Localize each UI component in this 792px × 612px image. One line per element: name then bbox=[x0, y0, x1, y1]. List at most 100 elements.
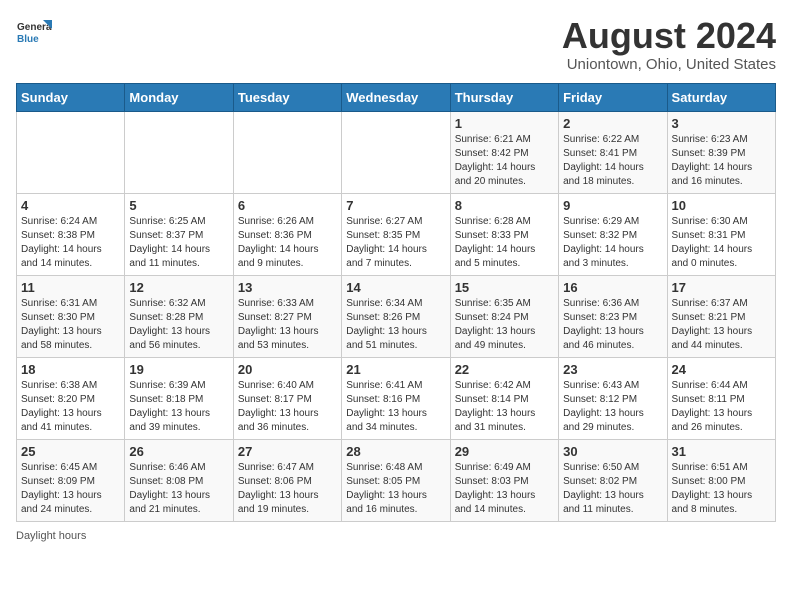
svg-text:Blue: Blue bbox=[17, 34, 39, 45]
calendar-cell: 2Sunrise: 6:22 AMSunset: 8:41 PMDaylight… bbox=[559, 111, 667, 193]
footer: Daylight hours bbox=[16, 530, 776, 542]
calendar-cell: 30 Sunrise: 6:50 AMSunset: 8:02 PMDayligh… bbox=[559, 439, 667, 521]
calendar-cell: 14 Sunrise: 6:34 AMSunset: 8:26 PMDayligh… bbox=[342, 275, 450, 357]
calendar-cell: 18 Sunrise: 6:38 AMSunset: 8:20 PMDayligh… bbox=[17, 357, 125, 439]
day-info: Sunrise: 6:31 AMSunset: 8:30 PMDaylight:… bbox=[21, 297, 120, 353]
calendar-cell: 13Sunrise: 6:33 AMSunset: 8:27 PMDayligh… bbox=[233, 275, 341, 357]
day-info: Sunrise: 6:36 AMSunset: 8:23 PMDaylight:… bbox=[563, 297, 662, 353]
day-number: 9 bbox=[563, 198, 662, 213]
day-info: Sunrise: 6:45 AMSunset: 8:09 PMDaylight:… bbox=[21, 461, 120, 517]
day-number: 15 bbox=[455, 280, 554, 295]
calendar-cell: 24 Sunrise: 6:44 AMSunset: 8:11 PMDayligh… bbox=[667, 357, 775, 439]
calendar-week-5: 25 Sunrise: 6:45 AMSunset: 8:09 PMDayligh… bbox=[17, 439, 776, 521]
day-number: 25 bbox=[21, 444, 120, 459]
page-title: August 2024 bbox=[562, 16, 776, 56]
day-number: 18 bbox=[21, 362, 120, 377]
day-number: 8 bbox=[455, 198, 554, 213]
calendar-cell bbox=[17, 111, 125, 193]
day-number: 29 bbox=[455, 444, 554, 459]
day-number: 12 bbox=[129, 280, 228, 295]
day-info: Sunrise: 6:47 AMSunset: 8:06 PMDaylight:… bbox=[238, 461, 337, 517]
day-info: Sunrise: 6:27 AMSunset: 8:35 PMDaylight:… bbox=[346, 215, 445, 271]
day-number: 4 bbox=[21, 198, 120, 213]
day-info: Sunrise: 6:35 AMSunset: 8:24 PMDaylight:… bbox=[455, 297, 554, 353]
day-number: 26 bbox=[129, 444, 228, 459]
day-info: Sunrise: 6:25 AMSunset: 8:37 PMDaylight:… bbox=[129, 215, 228, 271]
day-info: Sunrise: 6:39 AMSunset: 8:18 PMDaylight:… bbox=[129, 379, 228, 435]
day-info: Sunrise: 6:50 AMSunset: 8:02 PMDaylight:… bbox=[563, 461, 662, 517]
day-number: 3 bbox=[672, 116, 771, 131]
day-info: Sunrise: 6:44 AMSunset: 8:11 PMDaylight:… bbox=[672, 379, 771, 435]
calendar-week-4: 18 Sunrise: 6:38 AMSunset: 8:20 PMDayligh… bbox=[17, 357, 776, 439]
day-number: 5 bbox=[129, 198, 228, 213]
day-number: 11 bbox=[21, 280, 120, 295]
day-number: 21 bbox=[346, 362, 445, 377]
day-number: 23 bbox=[563, 362, 662, 377]
calendar-cell: 25 Sunrise: 6:45 AMSunset: 8:09 PMDayligh… bbox=[17, 439, 125, 521]
day-info: Sunrise: 6:29 AMSunset: 8:32 PMDaylight:… bbox=[563, 215, 662, 271]
calendar-cell: 28 Sunrise: 6:48 AMSunset: 8:05 PMDayligh… bbox=[342, 439, 450, 521]
calendar-cell: 17 Sunrise: 6:37 AMSunset: 8:21 PMDayligh… bbox=[667, 275, 775, 357]
col-header-tuesday: Tuesday bbox=[233, 83, 341, 111]
day-number: 27 bbox=[238, 444, 337, 459]
calendar-cell bbox=[233, 111, 341, 193]
day-number: 19 bbox=[129, 362, 228, 377]
day-number: 20 bbox=[238, 362, 337, 377]
calendar-cell: 11 Sunrise: 6:31 AMSunset: 8:30 PMDayligh… bbox=[17, 275, 125, 357]
col-header-monday: Monday bbox=[125, 83, 233, 111]
daylight-label: Daylight hours bbox=[16, 530, 86, 542]
day-number: 28 bbox=[346, 444, 445, 459]
day-number: 7 bbox=[346, 198, 445, 213]
day-info: Sunrise: 6:41 AMSunset: 8:16 PMDaylight:… bbox=[346, 379, 445, 435]
calendar-cell: 3 Sunrise: 6:23 AMSunset: 8:39 PMDaylight… bbox=[667, 111, 775, 193]
calendar-cell: 19 Sunrise: 6:39 AMSunset: 8:18 PMDayligh… bbox=[125, 357, 233, 439]
calendar-cell: 6Sunrise: 6:26 AMSunset: 8:36 PMDaylight… bbox=[233, 193, 341, 275]
calendar-cell: 1Sunrise: 6:21 AMSunset: 8:42 PMDaylight… bbox=[450, 111, 558, 193]
day-number: 24 bbox=[672, 362, 771, 377]
day-number: 16 bbox=[563, 280, 662, 295]
day-info: Sunrise: 6:37 AMSunset: 8:21 PMDaylight:… bbox=[672, 297, 771, 353]
day-number: 17 bbox=[672, 280, 771, 295]
calendar-cell: 10Sunrise: 6:30 AMSunset: 8:31 PMDayligh… bbox=[667, 193, 775, 275]
calendar-cell: 26 Sunrise: 6:46 AMSunset: 8:08 PMDayligh… bbox=[125, 439, 233, 521]
calendar-cell: 29 Sunrise: 6:49 AMSunset: 8:03 PMDayligh… bbox=[450, 439, 558, 521]
calendar-cell: 7 Sunrise: 6:27 AMSunset: 8:35 PMDaylight… bbox=[342, 193, 450, 275]
day-number: 1 bbox=[455, 116, 554, 131]
day-number: 30 bbox=[563, 444, 662, 459]
calendar-cell: 23Sunrise: 6:43 AMSunset: 8:12 PMDayligh… bbox=[559, 357, 667, 439]
day-info: Sunrise: 6:32 AMSunset: 8:28 PMDaylight:… bbox=[129, 297, 228, 353]
day-info: Sunrise: 6:24 AMSunset: 8:38 PMDaylight:… bbox=[21, 215, 120, 271]
page-subtitle: Uniontown, Ohio, United States bbox=[562, 56, 776, 73]
calendar-cell: 22 Sunrise: 6:42 AMSunset: 8:14 PMDayligh… bbox=[450, 357, 558, 439]
day-info: Sunrise: 6:30 AMSunset: 8:31 PMDaylight:… bbox=[672, 215, 771, 271]
day-number: 14 bbox=[346, 280, 445, 295]
calendar-week-1: 1Sunrise: 6:21 AMSunset: 8:42 PMDaylight… bbox=[17, 111, 776, 193]
day-info: Sunrise: 6:28 AMSunset: 8:33 PMDaylight:… bbox=[455, 215, 554, 271]
calendar-cell: 16 Sunrise: 6:36 AMSunset: 8:23 PMDayligh… bbox=[559, 275, 667, 357]
day-info: Sunrise: 6:48 AMSunset: 8:05 PMDaylight:… bbox=[346, 461, 445, 517]
day-info: Sunrise: 6:23 AMSunset: 8:39 PMDaylight:… bbox=[672, 133, 771, 189]
col-header-saturday: Saturday bbox=[667, 83, 775, 111]
col-header-thursday: Thursday bbox=[450, 83, 558, 111]
calendar-cell: 9 Sunrise: 6:29 AMSunset: 8:32 PMDaylight… bbox=[559, 193, 667, 275]
day-info: Sunrise: 6:46 AMSunset: 8:08 PMDaylight:… bbox=[129, 461, 228, 517]
day-info: Sunrise: 6:49 AMSunset: 8:03 PMDaylight:… bbox=[455, 461, 554, 517]
day-info: Sunrise: 6:42 AMSunset: 8:14 PMDaylight:… bbox=[455, 379, 554, 435]
day-number: 22 bbox=[455, 362, 554, 377]
calendar-cell: 21 Sunrise: 6:41 AMSunset: 8:16 PMDayligh… bbox=[342, 357, 450, 439]
day-number: 31 bbox=[672, 444, 771, 459]
day-number: 6 bbox=[238, 198, 337, 213]
day-info: Sunrise: 6:38 AMSunset: 8:20 PMDaylight:… bbox=[21, 379, 120, 435]
calendar-cell: 15 Sunrise: 6:35 AMSunset: 8:24 PMDayligh… bbox=[450, 275, 558, 357]
logo-icon: General Blue bbox=[16, 16, 52, 52]
title-area: August 2024 Uniontown, Ohio, United Stat… bbox=[562, 16, 776, 73]
calendar-week-3: 11 Sunrise: 6:31 AMSunset: 8:30 PMDayligh… bbox=[17, 275, 776, 357]
day-number: 2 bbox=[563, 116, 662, 131]
calendar-cell bbox=[125, 111, 233, 193]
calendar-cell: 4 Sunrise: 6:24 AMSunset: 8:38 PMDaylight… bbox=[17, 193, 125, 275]
calendar-week-2: 4 Sunrise: 6:24 AMSunset: 8:38 PMDaylight… bbox=[17, 193, 776, 275]
day-info: Sunrise: 6:34 AMSunset: 8:26 PMDaylight:… bbox=[346, 297, 445, 353]
calendar-cell: 5 Sunrise: 6:25 AMSunset: 8:37 PMDaylight… bbox=[125, 193, 233, 275]
calendar-table: SundayMondayTuesdayWednesdayThursdayFrid… bbox=[16, 83, 776, 522]
logo: General Blue bbox=[16, 16, 52, 52]
